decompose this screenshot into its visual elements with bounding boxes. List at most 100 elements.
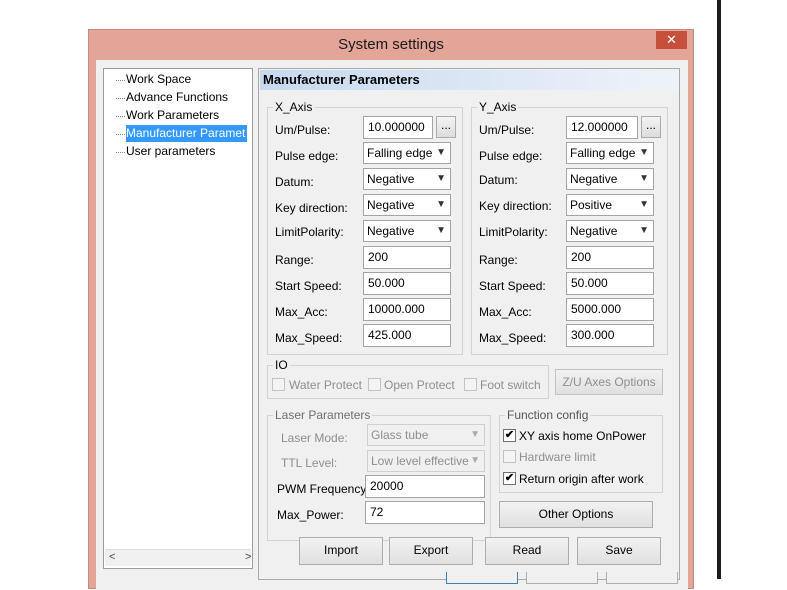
chevron-down-icon: ▼ [436, 147, 446, 158]
import-button[interactable]: Import [299, 537, 383, 565]
y-pulse-edge-label: Pulse edge: [479, 149, 543, 163]
return-origin-label: Return origin after work [519, 472, 644, 486]
y-datum-value: Negative [570, 172, 618, 186]
tree-item-work-parameters[interactable]: Work Parameters [126, 107, 219, 124]
y-um-pulse-browse-button[interactable]: ... [641, 116, 661, 138]
x-datum-value: Negative [367, 172, 415, 186]
x-axis-title: X_Axis [273, 100, 315, 114]
tree-connector [116, 152, 125, 153]
y-pulse-edge-value: Falling edge [570, 146, 636, 160]
x-key-direction-select[interactable]: Negative ▼ [363, 194, 451, 216]
chevron-down-icon: ▼ [436, 225, 446, 236]
x-datum-label: Datum: [275, 175, 314, 189]
y-datum-label: Datum: [479, 173, 518, 187]
scroll-left-icon[interactable]: < [109, 551, 115, 563]
y-limit-polarity-label: LimitPolarity: [479, 225, 548, 239]
laser-mode-label: Laser Mode: [281, 431, 348, 445]
cancel-button-partial[interactable] [526, 572, 598, 584]
hardware-limit-label: Hardware limit [519, 450, 596, 464]
ttl-level-label: TTL Level: [281, 456, 338, 470]
y-limit-polarity-select[interactable]: Negative ▼ [566, 220, 654, 242]
close-icon[interactable]: ✕ [666, 32, 677, 47]
chevron-down-icon: ▼ [639, 199, 649, 210]
scroll-right-icon[interactable]: > [245, 551, 251, 563]
x-datum-select[interactable]: Negative ▼ [363, 168, 451, 190]
x-um-pulse-label: Um/Pulse: [275, 123, 331, 137]
tree-item-manufacturer-parameters[interactable]: Manufacturer Paramet [126, 125, 248, 142]
ttl-level-value: Low level effective [371, 454, 469, 468]
y-key-direction-label: Key direction: [479, 199, 552, 213]
x-um-pulse-input[interactable]: 10.000000 [363, 116, 433, 139]
x-max-speed-input[interactable]: 425.000 [363, 324, 451, 347]
y-range-input[interactable]: 200 [566, 246, 654, 269]
tree-item-work-space[interactable]: Work Space [126, 71, 191, 88]
chevron-down-icon: ▼ [470, 429, 480, 440]
tree-horizontal-scrollbar[interactable]: < > [105, 549, 251, 566]
foot-switch-checkbox[interactable] [464, 378, 477, 391]
y-max-speed-input[interactable]: 300.000 [566, 324, 654, 347]
settings-tree: Work Space Advance Functions Work Parame… [103, 68, 253, 569]
laser-mode-select[interactable]: Glass tube ▼ [367, 424, 485, 446]
water-protect-label: Water Protect [289, 378, 362, 392]
x-limit-polarity-value: Negative [367, 224, 415, 238]
ok-button-partial[interactable] [446, 572, 518, 584]
open-protect-label: Open Protect [384, 378, 455, 392]
pwm-frequency-label: PWM Frequency: [277, 482, 370, 496]
read-button[interactable]: Read [485, 537, 569, 565]
ttl-level-select[interactable]: Low level effective ▼ [367, 450, 485, 472]
y-key-direction-select[interactable]: Positive ▼ [566, 194, 654, 216]
water-protect-checkbox[interactable] [272, 378, 285, 391]
export-button[interactable]: Export [389, 537, 473, 565]
max-power-label: Max_Power: [277, 508, 344, 522]
xy-home-checkbox[interactable]: ✔ [503, 429, 516, 442]
tree-item-user-parameters[interactable]: User parameters [126, 143, 215, 160]
background-divider [717, 0, 721, 579]
y-start-speed-label: Start Speed: [479, 279, 546, 293]
io-title: IO [273, 358, 290, 372]
x-range-label: Range: [275, 253, 314, 267]
x-max-acc-input[interactable]: 10000.000 [363, 298, 451, 321]
y-start-speed-input[interactable]: 50.000 [566, 272, 654, 295]
x-pulse-edge-value: Falling edge [367, 146, 433, 160]
x-start-speed-input[interactable]: 50.000 [363, 272, 451, 295]
other-options-button[interactable]: Other Options [499, 501, 653, 528]
x-pulse-edge-label: Pulse edge: [275, 149, 339, 163]
y-range-label: Range: [479, 253, 518, 267]
y-limit-polarity-value: Negative [570, 224, 618, 238]
x-um-pulse-browse-button[interactable]: ... [436, 116, 456, 138]
chevron-down-icon: ▼ [436, 199, 446, 210]
x-range-input[interactable]: 200 [363, 246, 451, 269]
pwm-frequency-input[interactable]: 20000 [365, 475, 485, 498]
y-datum-select[interactable]: Negative ▼ [566, 168, 654, 190]
tree-connector [116, 98, 125, 99]
close-button[interactable]: ✕ [656, 31, 687, 49]
x-key-direction-value: Negative [367, 198, 415, 212]
tree-connector [116, 80, 125, 81]
save-button[interactable]: Save [577, 537, 661, 565]
zu-axes-options-button[interactable]: Z/U Axes Options [555, 369, 663, 395]
return-origin-checkbox[interactable]: ✔ [503, 472, 516, 485]
apply-button-partial[interactable] [606, 572, 678, 584]
manufacturer-parameters-panel: Manufacturer Parameters X_Axis Um/Pulse:… [258, 68, 680, 580]
tree-connector [116, 134, 125, 135]
x-key-direction-label: Key direction: [275, 201, 348, 215]
window-title: System settings [338, 36, 444, 53]
x-limit-polarity-select[interactable]: Negative ▼ [363, 220, 451, 242]
chevron-down-icon: ▼ [639, 173, 649, 184]
y-max-acc-input[interactable]: 5000.000 [566, 298, 654, 321]
x-max-acc-label: Max_Acc: [275, 305, 328, 319]
panel-header: Manufacturer Parameters [260, 70, 678, 90]
max-power-input[interactable]: 72 [365, 501, 485, 524]
y-max-speed-label: Max_Speed: [479, 331, 547, 345]
open-protect-checkbox[interactable] [368, 378, 381, 391]
tree-item-advance-functions[interactable]: Advance Functions [126, 89, 228, 106]
hardware-limit-checkbox[interactable] [503, 450, 516, 463]
x-start-speed-label: Start Speed: [275, 279, 342, 293]
chevron-down-icon: ▼ [639, 225, 649, 236]
x-pulse-edge-select[interactable]: Falling edge ▼ [363, 142, 451, 164]
system-settings-window: System settings ✕ Work Space Advance Fun… [88, 29, 694, 590]
tree-connector [116, 116, 125, 117]
foot-switch-label: Foot switch [480, 378, 541, 392]
y-um-pulse-input[interactable]: 12.000000 [566, 116, 638, 139]
y-pulse-edge-select[interactable]: Falling edge ▼ [566, 142, 654, 164]
